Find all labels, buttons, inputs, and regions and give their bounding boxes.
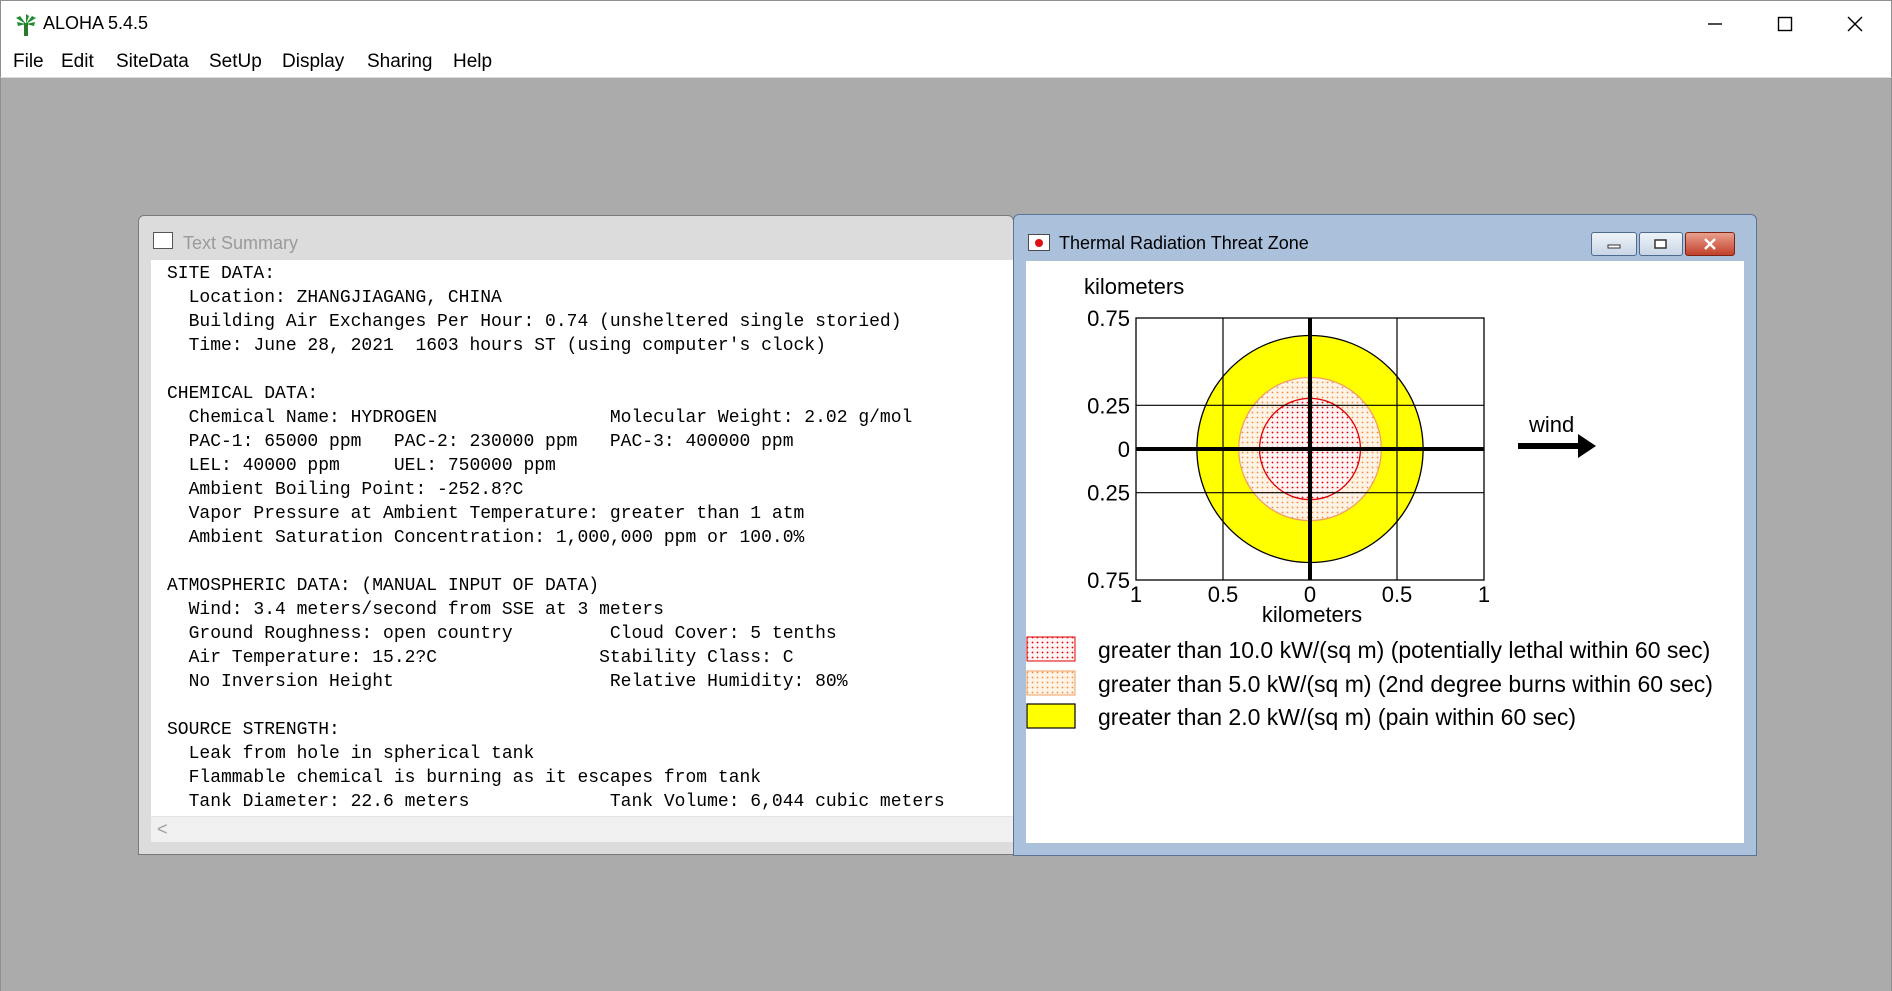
- threat-zone-close-button[interactable]: [1685, 232, 1735, 256]
- threat-zone-window[interactable]: Thermal Radiation Threat Zone 0.75 0.25 0 0…: [1013, 214, 1757, 856]
- summary-line: SITE DATA:: [167, 264, 276, 284]
- text-summary-content[interactable]: SITE DATA: Location: ZHANGJIAGANG, CHINA…: [151, 260, 1015, 830]
- summary-line: Flammable chemical is burning as it esca…: [167, 768, 762, 788]
- summary-line: PAC-1: 65000 ppm PAC-2: 230000 ppm PAC-3…: [167, 432, 794, 452]
- threat-zone-icon: [1028, 234, 1050, 251]
- summary-line: Leak from hole in spherical tank: [167, 744, 535, 764]
- summary-line: Ambient Saturation Concentration: 1,000,…: [167, 528, 805, 548]
- summary-line: CHEMICAL DATA:: [167, 384, 319, 404]
- summary-line: Air Temperature: 15.2?C Stability Class:…: [167, 648, 794, 668]
- summary-line: SOURCE STRENGTH:: [167, 720, 340, 740]
- y-tick-label: 0.75: [1087, 306, 1130, 331]
- text-summary-window[interactable]: Text Summary SITE DATA: Location: ZHANGJ…: [138, 215, 1015, 855]
- close-button[interactable]: [1821, 1, 1889, 47]
- x-tick-label: 0.5: [1208, 582, 1239, 607]
- summary-line: Tank Diameter: 22.6 meters Tank Volume: …: [167, 792, 945, 812]
- aloha-palm-icon: [16, 14, 36, 36]
- summary-line: Time: June 28, 2021 1603 hours ST (using…: [167, 336, 826, 356]
- summary-line: Ground Roughness: open country Cloud Cov…: [167, 624, 837, 644]
- legend-label-pain: greater than 2.0 kW/(sq m) (pain within …: [1098, 704, 1576, 730]
- threat-zone-chart: 0.750.2500.250.751 0.5 0 0.5 1 kilometers ki…: [1026, 274, 1713, 730]
- x-tick-label: 1: [1130, 582, 1142, 607]
- menu-bar: File Edit SiteData SetUp Display Sharing…: [0, 47, 1892, 78]
- close-icon: [1847, 16, 1863, 32]
- text-summary-icon: [153, 232, 173, 249]
- summary-line: Chemical Name: HYDROGEN Molecular Weight…: [167, 408, 913, 428]
- maximize-icon: [1777, 16, 1793, 32]
- y-tick-label: 0.75: [1087, 568, 1130, 593]
- summary-line: Location: ZHANGJIAGANG, CHINA: [167, 288, 502, 308]
- legend-swatch-lethal: [1026, 636, 1076, 662]
- threat-zone-title: Thermal Radiation Threat Zone: [1059, 233, 1309, 253]
- x-tick-label: 1: [1478, 582, 1490, 607]
- text-summary-title: Text Summary: [183, 233, 299, 253]
- summary-line: LEL: 40000 ppm UEL: 750000 ppm: [167, 456, 556, 476]
- x-axis-label: kilometers: [1262, 602, 1362, 627]
- scroll-left-arrow-icon[interactable]: <: [157, 819, 168, 840]
- threat-zone-plot-area: 0.75 0.25 0 0.25 0.75 1 0.5 0 0.5 1 kilometers ki…: [1026, 261, 1744, 843]
- menu-file[interactable]: File: [13, 51, 44, 73]
- title-bar: ALOHA 5.4.5: [0, 0, 1892, 47]
- app-title: ALOHA 5.4.5: [43, 13, 149, 33]
- x-tick-label: 0.5: [1382, 582, 1413, 607]
- minimize-icon: [1607, 244, 1621, 249]
- minimize-button[interactable]: [1681, 1, 1749, 47]
- summary-line: Ambient Boiling Point: -252.8?C: [167, 480, 524, 500]
- maximize-button[interactable]: [1751, 1, 1819, 47]
- legend-label-burns: greater than 5.0 kW/(sq m) (2nd degree b…: [1098, 671, 1713, 697]
- menu-setup[interactable]: SetUp: [209, 51, 262, 73]
- summary-line: Wind: 3.4 meters/second from SSE at 3 me…: [167, 600, 664, 620]
- menu-help[interactable]: Help: [453, 51, 492, 73]
- menu-sitedata[interactable]: SiteData: [116, 51, 189, 73]
- y-tick-label: 0.25: [1087, 481, 1130, 506]
- menu-sharing[interactable]: Sharing: [367, 51, 433, 73]
- wind-arrow-icon: [1518, 434, 1596, 458]
- y-tick-label: 0: [1118, 437, 1130, 462]
- y-axis-label: kilometers: [1084, 274, 1184, 299]
- horizontal-scrollbar[interactable]: <: [151, 816, 1015, 842]
- restore-icon: [1654, 239, 1667, 249]
- summary-line: Vapor Pressure at Ambient Temperature: g…: [167, 504, 805, 524]
- summary-line: ATMOSPHERIC DATA: (MANUAL INPUT OF DATA): [167, 576, 600, 596]
- menu-edit[interactable]: Edit: [61, 51, 94, 73]
- legend-swatch-pain: [1026, 703, 1076, 729]
- y-tick-label: 0.25: [1087, 393, 1130, 418]
- wind-label: wind: [1528, 412, 1574, 437]
- menu-display[interactable]: Display: [282, 51, 344, 73]
- legend-swatch-burns: [1026, 670, 1076, 696]
- threat-zone-restore-button[interactable]: [1639, 232, 1683, 256]
- legend-label-lethal: greater than 10.0 kW/(sq m) (potentially…: [1098, 637, 1710, 663]
- summary-line: Building Air Exchanges Per Hour: 0.74 (u…: [167, 312, 902, 332]
- minimize-icon: [1708, 23, 1722, 25]
- summary-line: No Inversion Height Relative Humidity: 8…: [167, 672, 848, 692]
- threat-zone-minimize-button[interactable]: [1591, 232, 1637, 256]
- close-icon: [1704, 238, 1716, 250]
